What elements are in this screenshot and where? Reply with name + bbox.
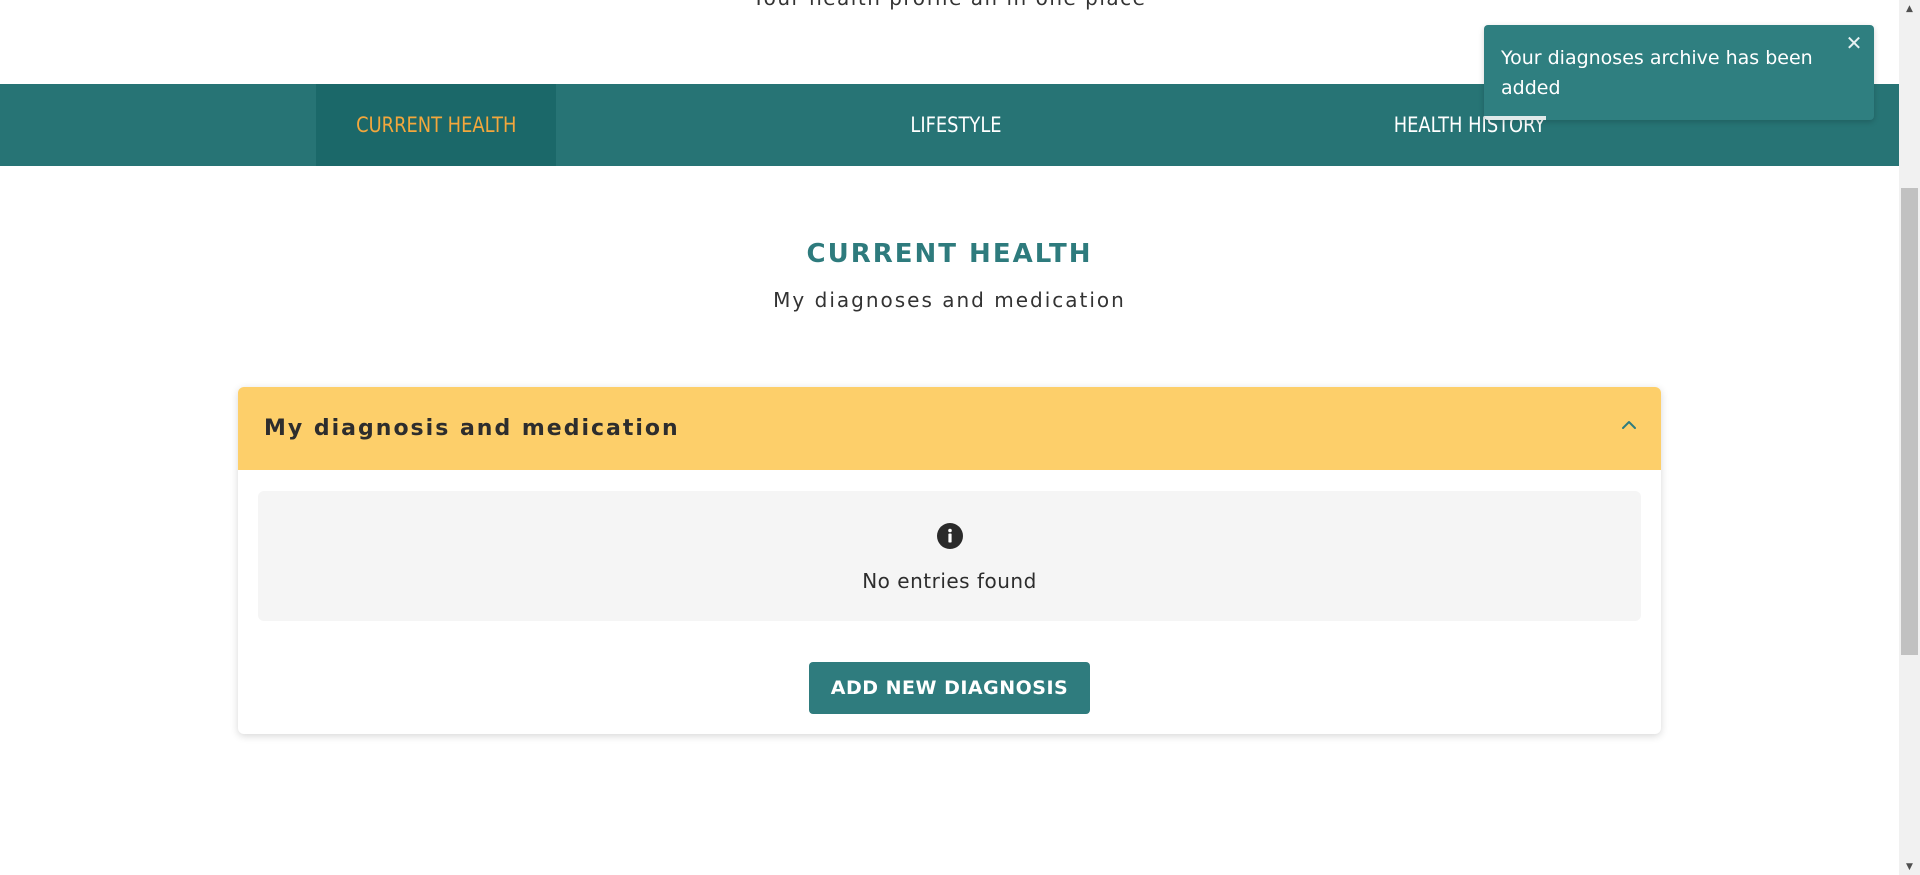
chevron-up-icon[interactable] bbox=[1621, 417, 1637, 433]
diagnosis-card-title: My diagnosis and medication bbox=[264, 416, 680, 441]
vertical-scrollbar[interactable]: ▲ ▼ bbox=[1899, 0, 1920, 875]
toast-progress-bar bbox=[1484, 116, 1546, 120]
tab-lifestyle-label: LIFESTYLE bbox=[910, 113, 1002, 137]
toast-message: Your diagnoses archive has been added bbox=[1501, 47, 1813, 99]
scroll-down-arrow-icon[interactable]: ▼ bbox=[1899, 858, 1920, 875]
empty-state-text: No entries found bbox=[862, 569, 1037, 593]
section-title: CURRENT HEALTH bbox=[806, 239, 1093, 269]
page: Your health profile all in one place CUR… bbox=[0, 0, 1899, 875]
scrollbar-thumb[interactable] bbox=[1901, 188, 1918, 655]
tab-current-health[interactable]: CURRENT HEALTH bbox=[316, 84, 556, 166]
notification-toast: Your diagnoses archive has been added ✕ bbox=[1484, 25, 1874, 120]
scroll-up-arrow-icon[interactable]: ▲ bbox=[1899, 0, 1920, 17]
section-subtitle: My diagnoses and medication bbox=[773, 288, 1126, 312]
tab-lifestyle[interactable]: LIFESTYLE bbox=[854, 84, 1058, 166]
empty-state: No entries found bbox=[258, 491, 1641, 621]
profile-tagline: Your health profile all in one place bbox=[0, 0, 1899, 10]
toast-progress-track bbox=[1484, 116, 1874, 120]
add-new-diagnosis-button[interactable]: ADD NEW DIAGNOSIS bbox=[809, 662, 1090, 714]
tab-current-health-label: CURRENT HEALTH bbox=[355, 113, 517, 137]
info-icon bbox=[937, 523, 963, 549]
diagnosis-card: My diagnosis and medication No entries f… bbox=[238, 387, 1661, 734]
close-icon[interactable]: ✕ bbox=[1844, 33, 1864, 53]
diagnosis-card-header[interactable]: My diagnosis and medication bbox=[238, 387, 1661, 470]
